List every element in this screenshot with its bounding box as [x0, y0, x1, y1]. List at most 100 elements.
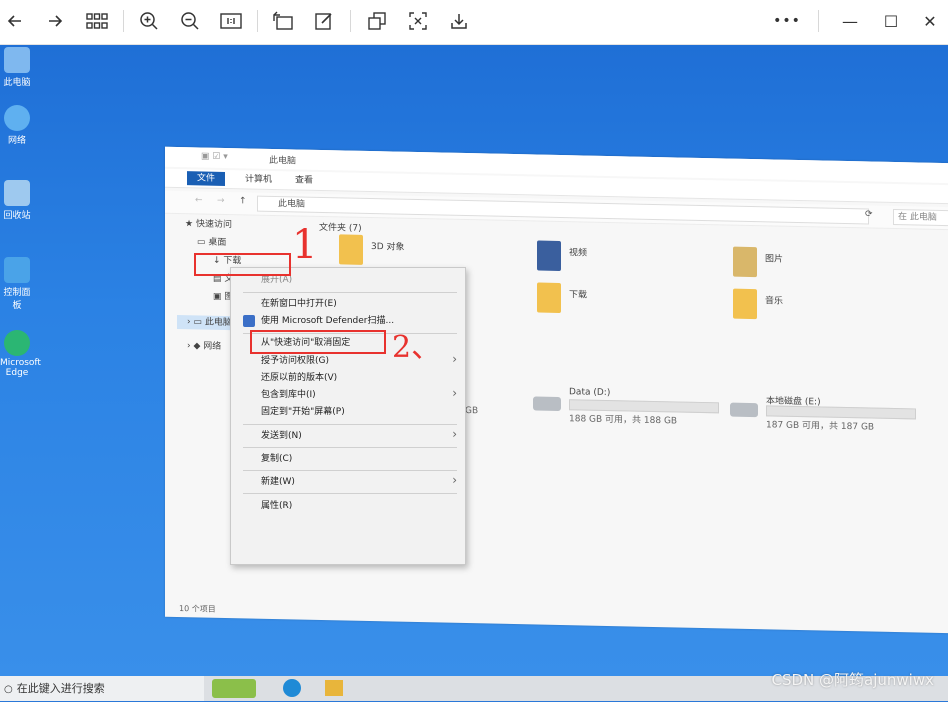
- menu-item-restore-versions[interactable]: 还原以前的版本(V): [261, 370, 337, 386]
- save-icon[interactable]: [444, 6, 474, 36]
- explorer-title: 此电脑: [269, 155, 297, 167]
- actual-size-icon[interactable]: [216, 6, 246, 36]
- folder-item[interactable]: 下载: [537, 282, 687, 326]
- drive-icon: [533, 396, 561, 412]
- refresh-icon[interactable]: ⟳: [865, 209, 873, 219]
- menu-item-copy[interactable]: 复制(C): [261, 451, 292, 467]
- photo-canvas: 此电脑 网络 回收站 控制面板 Microsoft Edge ▣ ☑ ▾ 此电脑…: [0, 45, 948, 701]
- folder-item[interactable]: 视频: [537, 240, 687, 284]
- folder-label: 下载: [569, 290, 588, 301]
- desktop-icon-this-pc[interactable]: 此电脑: [0, 47, 34, 88]
- menu-item-send-to[interactable]: 发送到(N): [261, 428, 302, 444]
- edit-icon[interactable]: [309, 6, 339, 36]
- desktop-icon-label: 回收站: [3, 211, 31, 221]
- minimize-button[interactable]: —: [835, 6, 865, 36]
- desktop-icon-label: 控制面板: [3, 288, 31, 311]
- chevron-right-icon: ›: [452, 473, 457, 487]
- toolbar-divider: [818, 10, 819, 32]
- chevron-right-icon: ›: [452, 352, 457, 366]
- menu-divider: [243, 493, 457, 494]
- nav-label: 网络: [203, 341, 222, 352]
- folder-item[interactable]: 图片: [733, 246, 883, 290]
- desktop-icon-edge[interactable]: Microsoft Edge: [0, 330, 41, 378]
- ribbon-tab-file[interactable]: 文件: [187, 171, 225, 186]
- menu-item-properties[interactable]: 属性(R): [261, 498, 292, 514]
- menu-item-defender-scan[interactable]: 使用 Microsoft Defender扫描...: [261, 313, 394, 329]
- grid-icon[interactable]: [82, 6, 112, 36]
- edge-icon[interactable]: [283, 679, 301, 697]
- folder-item[interactable]: 音乐: [733, 288, 883, 332]
- menu-divider: [243, 292, 457, 293]
- recycle-bin-icon: [4, 180, 30, 206]
- up-icon[interactable]: ↑: [239, 196, 247, 206]
- ribbon-tab-view[interactable]: 查看: [295, 173, 313, 187]
- more-options-button[interactable]: •••: [772, 6, 802, 36]
- desktop-icon-label: 网络: [7, 136, 26, 146]
- desktop-icon-label: Microsoft Edge: [0, 358, 41, 378]
- menu-item-new[interactable]: 新建(W): [261, 474, 295, 490]
- ribbon-tab-computer[interactable]: 计算机: [245, 172, 272, 187]
- forward-icon[interactable]: →: [217, 196, 225, 206]
- menu-item-include-library[interactable]: 包含到库中(I): [261, 387, 316, 403]
- status-bar-text: 10 个项目: [179, 604, 216, 614]
- drive-free-space: 188 GB 可用，共 188 GB: [569, 414, 678, 427]
- desktop-icon-control-panel[interactable]: 控制面板: [0, 257, 34, 311]
- pictures-folder-icon: [733, 246, 757, 278]
- watermark: CSDN @阿筠ajunwiwx: [771, 671, 935, 689]
- taskbar-news-icon[interactable]: [212, 679, 256, 698]
- menu-item-open-new-window[interactable]: 在新窗口中打开(E): [261, 296, 337, 312]
- toolbar-divider: [257, 10, 258, 32]
- maximize-button[interactable]: ☐: [876, 6, 906, 36]
- drive-name: Data (D:): [569, 387, 611, 399]
- arrow-left-icon[interactable]: [0, 6, 30, 36]
- zoom-in-icon[interactable]: [134, 6, 164, 36]
- folder-label: 图片: [765, 254, 784, 265]
- control-panel-icon: [4, 257, 30, 283]
- drive-free-space: 187 GB 可用，共 187 GB: [766, 420, 875, 433]
- menu-item-give-access[interactable]: 授予访问权限(G): [261, 353, 329, 369]
- taskbar-search-box[interactable]: ○ 在此键入进行搜索: [0, 676, 204, 701]
- menu-item-pin-start[interactable]: 固定到"开始"屏幕(P): [261, 404, 345, 420]
- quick-access-toolbar-icon[interactable]: ▣ ☑ ▾: [201, 151, 228, 162]
- music-folder-icon: [733, 288, 757, 320]
- nav-item-desktop[interactable]: ▭ 桌面: [197, 235, 226, 250]
- close-button[interactable]: ✕: [915, 6, 945, 36]
- toolbar-divider: [123, 10, 124, 32]
- downloads-folder-icon: [537, 282, 561, 314]
- network-icon: [4, 105, 30, 131]
- drive-item[interactable]: Data (D:) 188 GB 可用，共 188 GB: [533, 387, 719, 432]
- crop-icon[interactable]: [362, 6, 392, 36]
- search-icon: ○: [4, 684, 13, 695]
- nav-item-quick-access[interactable]: ★ 快速访问: [185, 217, 232, 232]
- drive-item[interactable]: 本地磁盘 (E:) 187 GB 可用，共 187 GB: [730, 395, 916, 439]
- back-icon[interactable]: ←: [195, 195, 203, 205]
- desktop-icon-recycle-bin[interactable]: 回收站: [0, 180, 34, 221]
- address-path: 此电脑: [278, 199, 306, 210]
- folder-label: 3D 对象: [371, 242, 405, 253]
- chevron-right-icon: ›: [452, 386, 457, 400]
- desktop-icon-network[interactable]: 网络: [0, 105, 34, 146]
- folders-header: 文件夹 (7): [319, 222, 362, 234]
- drive-partial-text: GB: [465, 406, 479, 417]
- desktop-icon-label: 此电脑: [3, 78, 31, 88]
- file-explorer-icon[interactable]: [325, 680, 343, 696]
- annotation-box-desktop: [194, 253, 291, 276]
- annotation-step-1: 1: [292, 222, 318, 268]
- edge-icon: [4, 330, 30, 356]
- chevron-right-icon: ›: [452, 427, 457, 441]
- folder-label: 视频: [569, 248, 588, 259]
- drive-icon: [730, 402, 758, 418]
- arrow-right-icon[interactable]: [40, 6, 70, 36]
- menu-divider: [243, 470, 457, 471]
- defender-shield-icon: [243, 315, 255, 327]
- annotation-box-unpin: [250, 330, 386, 354]
- toolbar-divider: [350, 10, 351, 32]
- nav-label: 此电脑: [204, 317, 232, 329]
- rotate-icon[interactable]: [268, 6, 298, 36]
- search-input[interactable]: 在 此电脑: [893, 208, 948, 227]
- menu-divider: [243, 447, 457, 448]
- taskbar-search-placeholder: 在此键入进行搜索: [16, 682, 105, 695]
- nav-item-network[interactable]: › ◆ 网络: [187, 339, 221, 354]
- fit-icon[interactable]: [403, 6, 433, 36]
- zoom-out-icon[interactable]: [175, 6, 205, 36]
